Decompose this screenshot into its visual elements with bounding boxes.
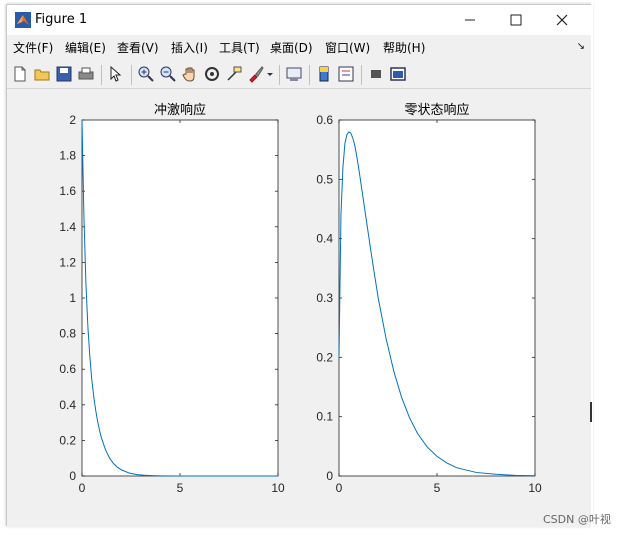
print-icon[interactable] — [77, 65, 95, 83]
subplot-2-xtick-label: 10 — [528, 481, 542, 495]
subplot-1-ytick-label: 1 — [69, 291, 76, 305]
minimize-icon — [465, 19, 475, 21]
menu-window[interactable]: 窗口(W) — [325, 39, 370, 56]
scroll-edge-mark — [590, 402, 592, 422]
subplot-1-ytick-label: 0.8 — [59, 327, 76, 341]
open-file-icon[interactable] — [33, 65, 51, 83]
subplot-1-ytick-label: 1.4 — [59, 220, 76, 234]
subplot-1-axes[interactable] — [81, 119, 279, 477]
subplot-1-ytick-label: 1.8 — [59, 149, 76, 163]
menu-view[interactable]: 查看(V) — [117, 39, 159, 56]
data-cursor-icon[interactable] — [225, 65, 243, 83]
link-plot-icon[interactable] — [285, 65, 303, 83]
subplot-2-ytick-label: 0.5 — [316, 172, 333, 186]
subplot-1-ytick-label: 1.2 — [59, 255, 76, 269]
title-bar[interactable]: Figure 1 — [7, 5, 591, 35]
menu-insert[interactable]: 插入(I) — [171, 39, 208, 56]
subplot-1-ytick-label: 0.4 — [59, 398, 76, 412]
menu-overflow-icon[interactable]: ↘ — [577, 41, 585, 52]
subplot-2-xtick-label: 0 — [336, 481, 343, 495]
zoom-out-icon[interactable] — [159, 65, 177, 83]
brush-dropdown-icon[interactable] — [265, 65, 275, 83]
edit-plot-pointer-icon[interactable] — [107, 65, 125, 83]
hide-plot-tools-icon[interactable] — [367, 65, 385, 83]
subplot-2-ytick-label: 0 — [326, 469, 333, 483]
figure-canvas[interactable]: 冲激响应 0 0.2 0.4 0.6 0.8 1 1.2 1.4 1.6 1.8 2 0 5 10 零状态响应… — [7, 90, 591, 527]
zoom-in-icon[interactable] — [137, 65, 155, 83]
subplot-1-title: 冲激响应 — [154, 102, 206, 118]
maximize-icon — [510, 14, 522, 26]
menu-edit[interactable]: 编辑(E) — [65, 39, 106, 56]
subplot-2-ytick-label: 0.4 — [316, 232, 333, 246]
maximize-button[interactable] — [493, 5, 539, 35]
subplot-1-ytick-label: 0.6 — [59, 362, 76, 376]
subplot-2-ytick-label: 0.2 — [316, 350, 333, 364]
subplot-1-ytick-label: 1.6 — [59, 184, 76, 198]
menu-help[interactable]: 帮助(H) — [383, 39, 425, 56]
subplot-1-xtick-label: 10 — [271, 481, 285, 495]
insert-colorbar-icon[interactable] — [315, 65, 333, 83]
subplot-2-title: 零状态响应 — [404, 102, 469, 118]
close-button[interactable] — [539, 5, 585, 35]
close-icon — [556, 14, 568, 26]
subplot-2-axes[interactable] — [338, 119, 536, 477]
subplot-2-ytick-label: 0.3 — [316, 291, 333, 305]
subplot-2-xtick-label: 5 — [434, 481, 441, 495]
figure-window: Figure 1 文件(F) 编辑(E) 查看(V) 插入(I) 工具(T) 桌… — [6, 4, 592, 527]
subplot-2-ytick-label: 0.1 — [316, 410, 333, 424]
window-edge — [591, 0, 593, 533]
show-plot-tools-icon[interactable] — [389, 65, 407, 83]
menu-bar: 文件(F) 编辑(E) 查看(V) 插入(I) 工具(T) 桌面(D) 窗口(W… — [7, 35, 591, 59]
watermark-text: CSDN @叶视 — [543, 513, 611, 526]
insert-legend-icon[interactable] — [337, 65, 355, 83]
menu-desktop[interactable]: 桌面(D) — [270, 39, 313, 56]
new-figure-icon[interactable] — [11, 65, 29, 83]
subplot-2-ytick-label: 0.6 — [316, 113, 333, 127]
rotate-3d-icon[interactable] — [203, 65, 221, 83]
brush-icon[interactable] — [247, 65, 265, 83]
pan-hand-icon[interactable] — [181, 65, 199, 83]
matlab-logo-icon — [15, 12, 31, 28]
subplot-1-xtick-label: 5 — [177, 481, 184, 495]
minimize-button[interactable] — [447, 5, 493, 35]
subplot-1-ytick-label: 2 — [69, 113, 76, 127]
menu-file[interactable]: 文件(F) — [13, 39, 53, 56]
menu-tools[interactable]: 工具(T) — [219, 39, 260, 56]
figure-toolbar — [7, 61, 591, 89]
subplot-1-ytick-label: 0.2 — [59, 433, 76, 447]
window-title: Figure 1 — [35, 12, 88, 27]
subplot-1-xtick-label: 0 — [79, 481, 86, 495]
subplots-svg[interactable]: 冲激响应 0 0.2 0.4 0.6 0.8 1 1.2 1.4 1.6 1.8 2 0 5 10 零状态响应… — [7, 90, 593, 527]
save-icon[interactable] — [55, 65, 73, 83]
subplot-1-ytick-label: 0 — [69, 469, 76, 483]
